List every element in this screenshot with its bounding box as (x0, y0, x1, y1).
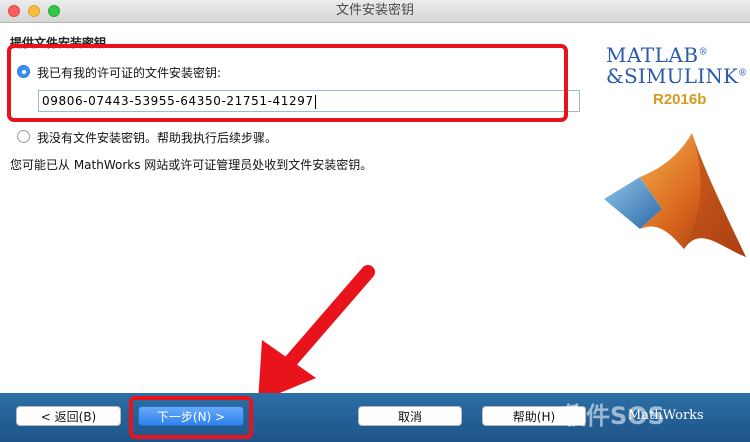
cancel-button[interactable]: 取消 (358, 406, 462, 426)
help-note: 您可能已从 MathWorks 网站或许可证管理员处收到文件安装密钥。 (10, 158, 373, 172)
highlight-box-next (129, 396, 253, 439)
no-key-label[interactable]: 我没有文件安装密钥。帮助我执行后续步骤。 (37, 129, 277, 146)
simulink-logo-text: &SIMULINK® (606, 64, 748, 88)
red-pointer-arrow-icon (258, 265, 375, 402)
window-title: 文件安装密钥 (335, 3, 414, 18)
no-key-radio[interactable] (17, 130, 30, 143)
mathworks-logo: MathWorks (628, 408, 704, 423)
release-label: R2016b (653, 91, 707, 108)
matlab-membrane-icon (604, 133, 746, 257)
title-bar: 文件安装密钥 (0, 0, 750, 23)
highlight-box-key (7, 44, 568, 122)
back-button[interactable]: < 返回(B) (16, 406, 121, 426)
